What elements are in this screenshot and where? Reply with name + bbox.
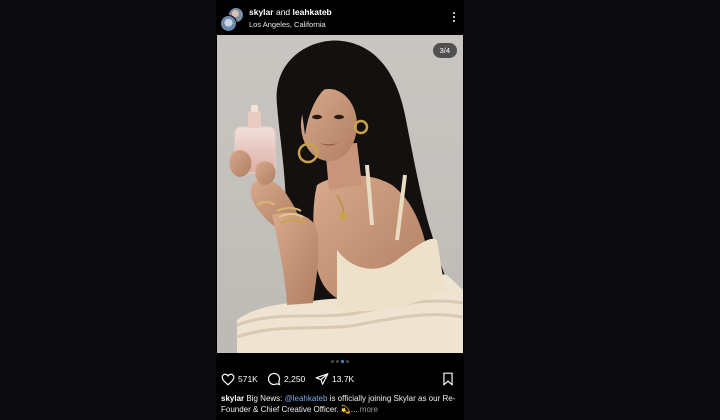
post-caption: skylar Big News: @leahkateb is officiall… xyxy=(221,393,459,415)
more-options-icon[interactable] xyxy=(452,12,456,24)
like-count[interactable]: 571K xyxy=(238,374,258,384)
heart-icon xyxy=(221,373,235,386)
caption-username[interactable]: skylar xyxy=(221,394,244,403)
caption-text-before: Big News: xyxy=(246,394,285,403)
caption-mention[interactable]: @leahkateb xyxy=(285,394,328,403)
post-authors: skylar and leahkateb xyxy=(249,7,332,18)
bookmark-icon xyxy=(443,372,453,386)
avatar-group[interactable] xyxy=(220,7,244,32)
post-photo[interactable]: 3/4 xyxy=(217,35,463,353)
carousel-indicator xyxy=(216,360,464,364)
carousel-dot-active xyxy=(341,360,344,363)
avatar[interactable] xyxy=(220,15,237,32)
send-icon xyxy=(315,373,329,385)
post-actions: 571K 2,250 13.7K xyxy=(216,369,464,389)
authors-joiner: and xyxy=(275,7,291,17)
portrait-photo-illustration xyxy=(229,40,463,353)
post-location[interactable]: Los Angeles, California xyxy=(249,19,332,30)
save-button[interactable] xyxy=(442,371,457,387)
share-button[interactable]: 13.7K xyxy=(315,371,354,387)
carousel-dot xyxy=(331,360,334,363)
carousel-dot xyxy=(336,360,339,363)
share-count[interactable]: 13.7K xyxy=(332,374,354,384)
like-button[interactable]: 571K xyxy=(221,371,258,387)
header-text: skylar and leahkateb Los Angeles, Califo… xyxy=(249,7,332,30)
collaborator-username[interactable]: leahkateb xyxy=(293,7,332,17)
carousel-dot xyxy=(346,360,349,363)
comment-count[interactable]: 2,250 xyxy=(284,374,305,384)
instagram-post: skylar and leahkateb Los Angeles, Califo… xyxy=(216,0,464,420)
comment-icon xyxy=(267,372,281,386)
comment-button[interactable]: 2,250 xyxy=(267,371,305,387)
author-username[interactable]: skylar xyxy=(249,7,274,17)
caption-more-link[interactable]: more xyxy=(360,405,378,414)
carousel-counter: 3/4 xyxy=(432,43,457,58)
post-header: skylar and leahkateb Los Angeles, Califo… xyxy=(216,0,464,34)
